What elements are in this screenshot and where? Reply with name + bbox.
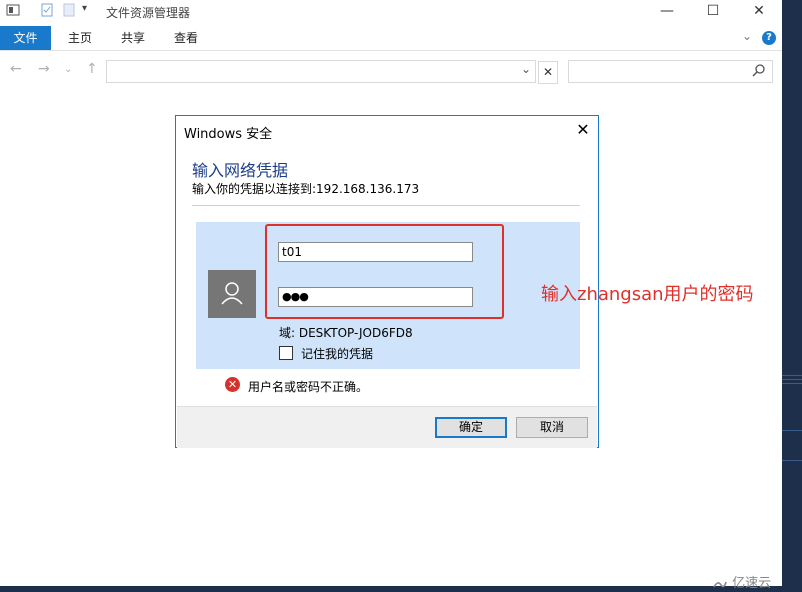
annotation-highlight-box: [265, 224, 504, 319]
ok-button[interactable]: 确定: [435, 417, 507, 438]
user-avatar-icon: [208, 270, 256, 318]
search-input[interactable]: [568, 60, 773, 83]
tab-home[interactable]: 主页: [68, 26, 92, 50]
ribbon-tab-bar: 文件 主页 共享 查看 ⌄ ?: [0, 26, 782, 51]
clear-address-icon[interactable]: ✕: [538, 61, 558, 84]
dialog-title: Windows 安全: [184, 127, 273, 142]
divider: [192, 205, 580, 206]
domain-label: 域: DESKTOP-JOD6FD8: [279, 326, 413, 340]
properties-icon[interactable]: [40, 3, 54, 17]
window-title: 文件资源管理器: [106, 6, 191, 20]
dialog-heading: 输入网络凭据: [192, 161, 289, 180]
error-message: 用户名或密码不正确。: [248, 380, 369, 394]
address-dropdown-icon[interactable]: ⌄: [521, 62, 531, 76]
desktop-background-strip: [782, 0, 802, 592]
back-icon[interactable]: ←: [10, 61, 22, 77]
explorer-title-bar: ▾ 文件资源管理器 — ☐ ✕: [0, 0, 782, 24]
remember-credentials-label: 记住我的凭据: [301, 347, 374, 361]
close-window-icon[interactable]: ✕: [736, 0, 782, 24]
watermark-text: 亿速云: [732, 576, 772, 591]
recent-locations-icon[interactable]: ⌄: [64, 64, 72, 75]
new-folder-icon[interactable]: [62, 3, 76, 17]
watermark-logo: 亿速云: [712, 572, 771, 591]
maximize-icon[interactable]: ☐: [690, 0, 736, 24]
annotation-text: 输入zhangsan用户的密码: [541, 284, 754, 305]
dialog-subtitle: 输入你的凭据以连接到:192.168.136.173: [192, 182, 420, 196]
help-icon[interactable]: ?: [762, 31, 776, 45]
error-icon: ✕: [225, 377, 240, 392]
dialog-close-icon[interactable]: ✕: [572, 119, 594, 141]
search-icon: [752, 63, 766, 80]
minimize-icon[interactable]: —: [644, 0, 690, 24]
tab-file[interactable]: 文件: [0, 26, 51, 50]
customize-quick-access-icon[interactable]: ▾: [82, 3, 96, 17]
up-icon[interactable]: ↑: [86, 61, 98, 77]
taskbar-strip: [0, 586, 802, 592]
tab-share[interactable]: 共享: [121, 26, 145, 50]
expand-ribbon-icon[interactable]: ⌄: [742, 29, 752, 43]
remember-credentials-checkbox[interactable]: [279, 346, 293, 360]
tab-view[interactable]: 查看: [174, 26, 198, 50]
dialog-button-bar: 确定 取消: [177, 406, 597, 448]
address-bar[interactable]: ⌄: [106, 60, 536, 83]
explorer-window-icon: [6, 3, 20, 17]
cancel-button[interactable]: 取消: [516, 417, 588, 438]
forward-icon[interactable]: →: [38, 61, 50, 77]
